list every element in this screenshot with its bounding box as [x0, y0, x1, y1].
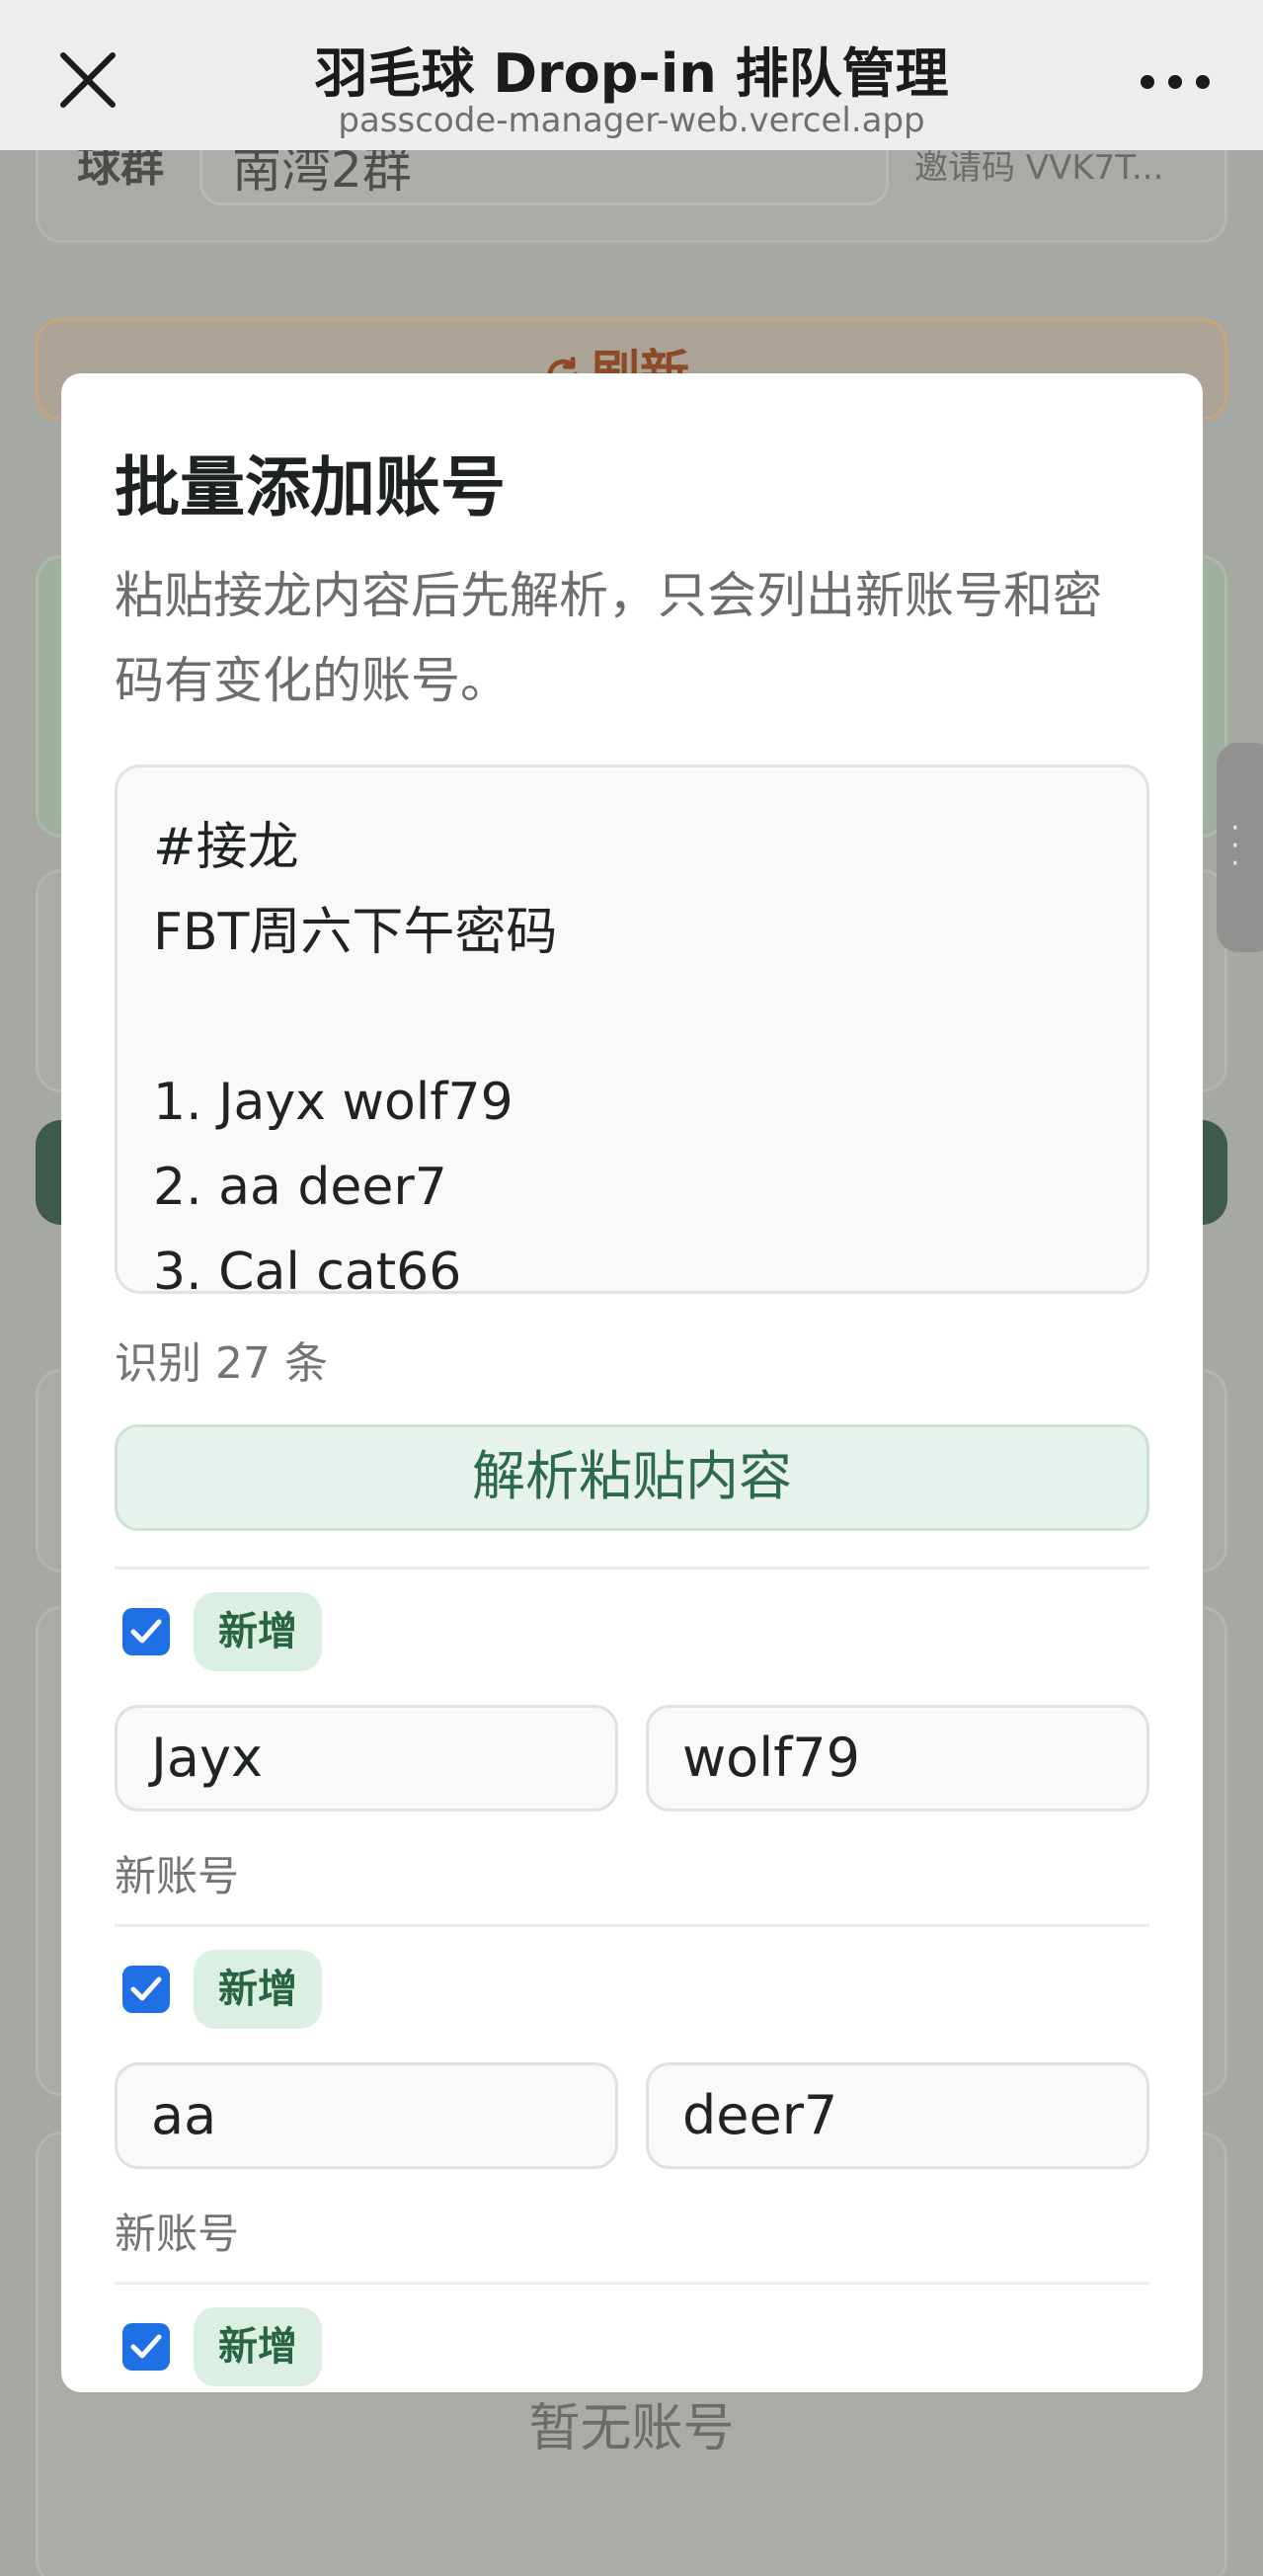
- modal-title: 批量添加账号: [115, 449, 506, 525]
- row-checkbox[interactable]: [122, 1608, 170, 1655]
- row-checkbox[interactable]: [122, 1966, 170, 2013]
- recognized-count: 识别 27 条: [115, 1338, 328, 1389]
- row-checkbox[interactable]: [122, 2323, 170, 2371]
- account-name-input[interactable]: aa: [115, 2062, 618, 2169]
- checkmark-icon: [130, 1976, 162, 2001]
- status-badge: 新增: [194, 2307, 322, 2386]
- row-note: 新账号: [115, 2210, 240, 2258]
- status-badge: 新增: [194, 1592, 322, 1671]
- drag-dots-icon: · · ·: [1230, 811, 1240, 881]
- more-button[interactable]: [1136, 67, 1215, 97]
- page-title: 羽毛球 Drop-in 排队管理: [314, 42, 949, 105]
- row-note: 新账号: [115, 1852, 240, 1900]
- password-input[interactable]: wolf79: [646, 1705, 1149, 1811]
- more-icon: [1141, 75, 1210, 89]
- divider: [115, 1567, 1149, 1570]
- password-input[interactable]: deer7: [646, 2062, 1149, 2169]
- parse-button[interactable]: 解析粘贴内容: [115, 1424, 1149, 1531]
- checkmark-icon: [130, 2334, 162, 2359]
- modal-description: 粘贴接龙内容后先解析，只会列出新账号和密码有变化的账号。: [115, 567, 1102, 709]
- status-badge: 新增: [194, 1950, 322, 2029]
- account-name-input[interactable]: Jayx: [115, 1705, 618, 1811]
- divider: [115, 2282, 1149, 2285]
- empty-accounts-text: 暂无账号: [528, 2399, 735, 2458]
- checkmark-icon: [130, 1619, 162, 1644]
- batch-add-modal: 批量添加账号 粘贴接龙内容后先解析，只会列出新账号和密码有变化的账号。 #接龙 …: [61, 373, 1203, 2392]
- paste-textarea[interactable]: #接龙 FBT周六下午密码 1. Jayx wolf79 2. aa deer7…: [115, 765, 1149, 1294]
- divider: [115, 1924, 1149, 1927]
- page-url: passcode-manager-web.vercel.app: [338, 101, 925, 140]
- browser-topbar: 羽毛球 Drop-in 排队管理 passcode-manager-web.ve…: [0, 0, 1263, 150]
